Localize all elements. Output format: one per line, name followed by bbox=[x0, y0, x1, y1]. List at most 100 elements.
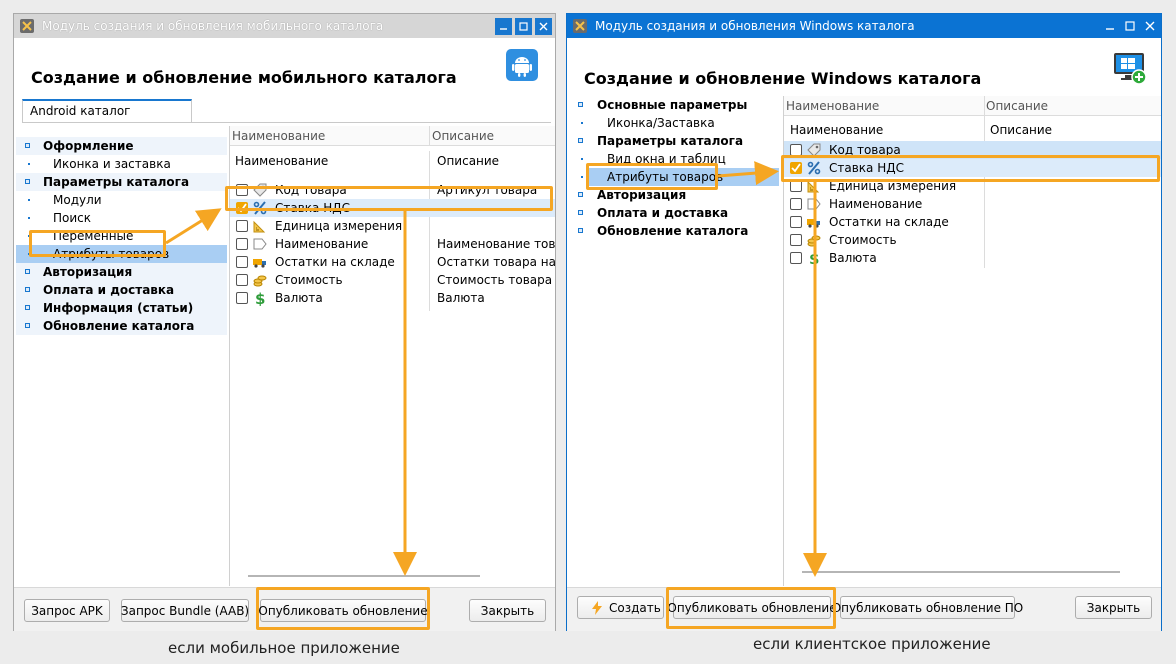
ruler-icon bbox=[807, 180, 820, 193]
column-header-name[interactable]: Наименование bbox=[232, 126, 427, 146]
request-apk-button[interactable]: Запрос APK bbox=[24, 599, 110, 622]
group-bullet-icon bbox=[578, 228, 583, 233]
table-row[interactable]: Единица измерения bbox=[230, 217, 555, 235]
row-checkbox[interactable] bbox=[790, 180, 802, 192]
sidebar-item-label: Иконка и заставка bbox=[53, 157, 171, 171]
sidebar-item-label: Авторизация bbox=[43, 265, 133, 279]
sidebar: Основные параметры Иконка/Заставка Парамет… bbox=[569, 96, 781, 586]
table-row[interactable]: Код товара Артикул товара bbox=[230, 181, 555, 199]
table-row[interactable]: Единица измерения bbox=[784, 177, 1161, 195]
sidebar-item-6[interactable]: Атрибуты товаров bbox=[16, 245, 227, 263]
sidebar-item-label: Поиск bbox=[53, 211, 92, 225]
publish-software-update-button[interactable]: Опубликовать обновление ПО bbox=[832, 596, 1023, 619]
sidebar-item-4[interactable]: Поиск bbox=[16, 209, 227, 227]
group-bullet-icon bbox=[25, 269, 30, 274]
column-header-description[interactable]: Описание bbox=[990, 120, 1155, 140]
grid-header: Наименование Описание bbox=[230, 151, 555, 171]
sidebar-item-1[interactable]: Иконка и заставка bbox=[16, 155, 227, 173]
sidebar-item-5[interactable]: Переменные bbox=[16, 227, 227, 245]
tab-android-catalog[interactable]: Android каталог bbox=[22, 99, 192, 123]
table-row[interactable]: Код товара bbox=[784, 141, 1161, 159]
sidebar-item-8[interactable]: Оплата и доставка bbox=[16, 281, 227, 299]
close-window-button[interactable] bbox=[535, 17, 552, 35]
table-row[interactable]: Ставка НДС bbox=[784, 159, 1161, 177]
publish-update-button[interactable]: Опубликовать обновление bbox=[258, 599, 428, 622]
close-button[interactable]: Закрыть bbox=[1075, 596, 1152, 619]
sidebar-item-9[interactable]: Информация (статьи) bbox=[16, 299, 227, 317]
close-window-button[interactable] bbox=[1141, 18, 1158, 35]
lightning-icon bbox=[592, 600, 602, 615]
row-checkbox[interactable] bbox=[236, 184, 248, 196]
sidebar-item-label: Обновление каталога bbox=[597, 224, 749, 238]
minimize-button[interactable] bbox=[1101, 18, 1118, 35]
sidebar-item-label: Параметры каталога bbox=[597, 134, 744, 148]
sidebar-item-7[interactable]: Обновление каталога bbox=[569, 222, 779, 240]
table-row[interactable]: $ Валюта bbox=[784, 249, 1161, 267]
sidebar-item-7[interactable]: Авторизация bbox=[16, 263, 227, 281]
sidebar-item-4[interactable]: Атрибуты товаров bbox=[581, 168, 779, 186]
sidebar-item-10[interactable]: Обновление каталога bbox=[16, 317, 227, 335]
sidebar-item-label: Переменные bbox=[53, 229, 134, 243]
close-button[interactable]: Закрыть bbox=[469, 599, 546, 622]
caption-client: если клиентское приложение bbox=[753, 635, 991, 653]
row-name: Наименование bbox=[275, 237, 369, 251]
publish-update-button[interactable]: Опубликовать обновление bbox=[667, 596, 837, 619]
row-checkbox[interactable] bbox=[236, 256, 248, 268]
table-row[interactable]: Остатки на складе bbox=[784, 213, 1161, 231]
child-dot-icon bbox=[581, 158, 583, 160]
column-header-description[interactable]: Описание bbox=[986, 96, 1156, 116]
row-checkbox[interactable] bbox=[790, 216, 802, 228]
ruler-icon bbox=[253, 220, 266, 233]
windows-catalog-window: Модуль создания и обновления Windows кат… bbox=[566, 13, 1162, 631]
sidebar-item-0[interactable]: Основные параметры bbox=[569, 96, 779, 114]
column-header-name[interactable]: Наименование bbox=[235, 151, 425, 171]
row-checkbox[interactable] bbox=[236, 274, 248, 286]
table-row[interactable]: Стоимость Стоимость товара bbox=[230, 271, 555, 289]
horizontal-scrollbar[interactable] bbox=[802, 571, 1120, 573]
column-header-description[interactable]: Описание bbox=[432, 126, 552, 146]
table-row[interactable]: Ставка НДС bbox=[230, 199, 555, 217]
minimize-button[interactable] bbox=[495, 17, 512, 35]
maximize-button[interactable] bbox=[1121, 18, 1138, 35]
column-header-name[interactable]: Наименование bbox=[786, 96, 981, 116]
table-row[interactable]: Остатки на складе Остатки товара на склад… bbox=[230, 253, 555, 271]
sidebar-item-2[interactable]: Параметры каталога bbox=[569, 132, 779, 150]
title-bar[interactable]: Модуль создания и обновления Windows кат… bbox=[567, 14, 1161, 38]
row-name: Валюта bbox=[829, 251, 877, 265]
percent-icon bbox=[253, 201, 267, 215]
table-row[interactable]: Наименование bbox=[784, 195, 1161, 213]
sidebar-item-3[interactable]: Модули bbox=[16, 191, 227, 209]
row-checkbox[interactable] bbox=[790, 162, 802, 174]
table-row[interactable]: Наименование Наименование товара bbox=[230, 235, 555, 253]
sidebar-item-3[interactable]: Вид окна и таблиц bbox=[569, 150, 779, 168]
row-checkbox[interactable] bbox=[790, 234, 802, 246]
sidebar-item-label: Вид окна и таблиц bbox=[607, 152, 726, 166]
row-checkbox[interactable] bbox=[790, 198, 802, 210]
column-header-description[interactable]: Описание bbox=[437, 151, 552, 171]
sidebar-item-2[interactable]: Параметры каталога bbox=[16, 173, 227, 191]
dollar-icon: $ bbox=[809, 250, 819, 266]
sidebar-item-5[interactable]: Авторизация bbox=[569, 186, 779, 204]
row-checkbox[interactable] bbox=[236, 238, 248, 250]
sidebar-item-label: Оплата и доставка bbox=[43, 283, 175, 297]
row-checkbox[interactable] bbox=[236, 202, 248, 214]
table-row[interactable]: Стоимость bbox=[784, 231, 1161, 249]
row-checkbox[interactable] bbox=[236, 220, 248, 232]
window-title: Модуль создания и обновления Windows кат… bbox=[595, 19, 915, 33]
title-bar[interactable]: Модуль создания и обновления мобильного … bbox=[14, 14, 555, 38]
column-divider[interactable] bbox=[429, 126, 430, 146]
row-name: Остатки на складе bbox=[275, 255, 395, 269]
sidebar-item-0[interactable]: Оформление bbox=[16, 137, 227, 155]
horizontal-scrollbar[interactable] bbox=[248, 575, 480, 577]
request-aab-button[interactable]: Запрос Bundle (AAB) bbox=[121, 599, 249, 622]
table-row[interactable]: $ Валюта Валюта bbox=[230, 289, 555, 307]
maximize-button[interactable] bbox=[515, 17, 532, 35]
sidebar-item-1[interactable]: Иконка/Заставка bbox=[569, 114, 779, 132]
create-button[interactable]: Создать bbox=[577, 596, 664, 619]
row-checkbox[interactable] bbox=[790, 144, 802, 156]
row-checkbox[interactable] bbox=[236, 292, 248, 304]
sidebar-item-6[interactable]: Оплата и доставка bbox=[569, 204, 779, 222]
row-checkbox[interactable] bbox=[790, 252, 802, 264]
caption-mobile: если мобильное приложение bbox=[168, 639, 400, 657]
column-header-name[interactable]: Наименование bbox=[790, 120, 980, 140]
